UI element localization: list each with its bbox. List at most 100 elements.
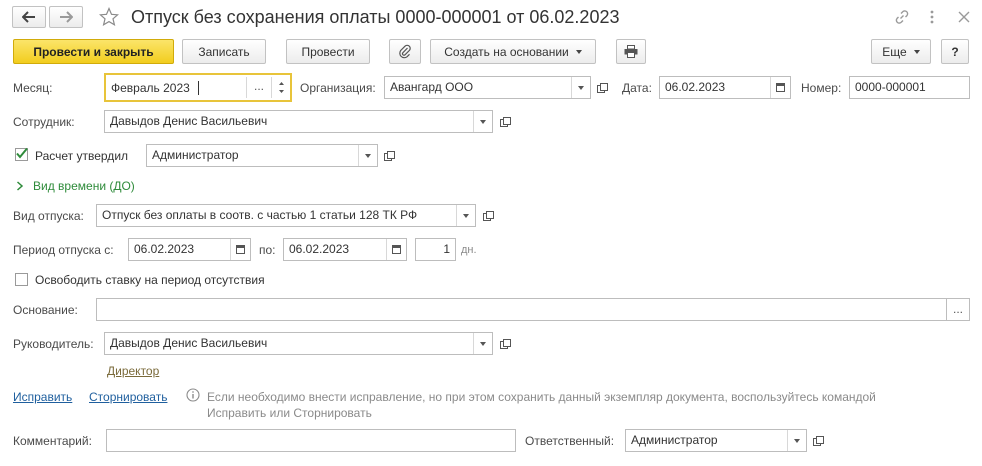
checkmark-icon: [16, 147, 28, 159]
approved-label[interactable]: Расчет утвердил: [35, 149, 128, 163]
link-button[interactable]: [892, 8, 912, 26]
chevron-down-icon: [913, 49, 920, 54]
month-spinner[interactable]: [271, 77, 290, 98]
chevron-down-icon[interactable]: [358, 145, 377, 166]
arrow-right-icon: [60, 11, 73, 23]
period-to-value: 06.02.2023: [289, 242, 350, 256]
period-to-field[interactable]: 06.02.2023: [283, 238, 407, 261]
manager-field[interactable]: Давыдов Денис Васильевич: [104, 332, 493, 355]
save-button[interactable]: Записать: [182, 39, 266, 64]
chevron-right-icon: [17, 181, 24, 191]
create-based-on-button[interactable]: Создать на основании: [430, 39, 596, 64]
date-calendar-button[interactable]: [770, 77, 790, 98]
favorite-button[interactable]: [96, 5, 122, 29]
close-button[interactable]: [955, 8, 973, 26]
approved-open-button[interactable]: [379, 145, 398, 166]
open-window-icon: [482, 211, 494, 221]
employee-label: Сотрудник:: [13, 115, 75, 129]
open-window-icon: [383, 151, 395, 161]
menu-button[interactable]: [924, 8, 940, 26]
chevron-down-icon[interactable]: [473, 111, 492, 132]
comment-label: Комментарий:: [13, 434, 92, 448]
responsible-value: Администратор: [631, 433, 718, 447]
calendar-icon: [236, 245, 245, 254]
period-from-field[interactable]: 06.02.2023: [128, 238, 251, 261]
organization-value: Авангард ООО: [390, 80, 474, 94]
close-icon: [958, 11, 970, 23]
manager-position-link[interactable]: Директор: [107, 364, 159, 378]
post-button[interactable]: Провести: [286, 39, 370, 64]
responsible-open-button[interactable]: [808, 430, 827, 451]
period-to-calendar-button[interactable]: [386, 239, 406, 260]
print-button[interactable]: [616, 39, 646, 64]
release-rate-label[interactable]: Освободить ставку на период отсутствия: [35, 273, 265, 287]
time-type-label: Вид времени (ДО): [33, 179, 135, 193]
chevron-down-icon[interactable]: [571, 77, 590, 98]
reverse-link[interactable]: Сторнировать: [89, 390, 167, 404]
post-and-close-button[interactable]: Провести и закрыть: [13, 39, 174, 64]
leave-type-label: Вид отпуска:: [13, 209, 84, 223]
number-field[interactable]: 0000-000001: [849, 76, 970, 99]
month-value: Февраль 2023: [111, 81, 190, 95]
chevron-down-icon[interactable]: [456, 205, 475, 226]
paperclip-icon: [399, 44, 411, 59]
open-window-icon: [499, 339, 511, 349]
period-from-value: 06.02.2023: [134, 242, 195, 256]
responsible-label: Ответственный:: [525, 434, 615, 448]
approved-by-field[interactable]: Администратор: [146, 144, 378, 167]
month-picker-button[interactable]: ...: [246, 77, 271, 98]
date-field[interactable]: 06.02.2023: [659, 76, 791, 99]
open-window-icon: [596, 83, 608, 93]
open-window-icon: [499, 117, 511, 127]
number-label: Номер:: [801, 81, 842, 95]
open-window-icon: [812, 436, 824, 446]
approved-checkbox[interactable]: [15, 147, 28, 161]
leave-type-value: Отпуск без оплаты в соотв. с частью 1 ст…: [102, 208, 418, 222]
time-type-section[interactable]: Вид времени (ДО): [16, 178, 135, 194]
month-label: Месяц:: [13, 81, 53, 95]
employee-value: Давыдов Денис Васильевич: [110, 114, 268, 128]
release-rate-checkbox[interactable]: [15, 273, 28, 286]
leave-type-field[interactable]: Отпуск без оплаты в соотв. с частью 1 ст…: [96, 204, 476, 227]
back-button[interactable]: [12, 6, 46, 28]
comment-field[interactable]: [106, 429, 516, 452]
info-icon: [186, 388, 200, 402]
organization-field[interactable]: Авангард ООО: [384, 76, 591, 99]
employee-field[interactable]: Давыдов Денис Васильевич: [104, 110, 493, 133]
attach-button[interactable]: [389, 39, 421, 64]
date-value: 06.02.2023: [665, 80, 726, 94]
info-text-line1: Если необходимо внести исправление, но п…: [207, 390, 876, 404]
days-field[interactable]: 1: [415, 238, 456, 261]
more-label: Еще: [882, 44, 907, 59]
spinner-arrows-icon: [279, 82, 284, 93]
chevron-down-icon: [575, 49, 582, 54]
manager-value: Давыдов Денис Васильевич: [110, 336, 268, 350]
text-cursor: [198, 81, 199, 95]
period-to-label: по:: [259, 243, 276, 257]
period-from-calendar-button[interactable]: [230, 239, 250, 260]
chevron-down-icon[interactable]: [473, 333, 492, 354]
organization-open-button[interactable]: [592, 77, 611, 98]
star-icon: [99, 7, 119, 27]
basis-field[interactable]: [96, 298, 947, 321]
info-text-line2: Исправить или Сторнировать: [207, 406, 372, 420]
forward-button[interactable]: [49, 6, 83, 28]
leave-type-open-button[interactable]: [478, 205, 497, 226]
responsible-field[interactable]: Администратор: [625, 429, 807, 452]
basis-picker-button[interactable]: ...: [946, 298, 970, 321]
number-value: 0000-000001: [855, 80, 926, 94]
days-value: 1: [443, 242, 450, 256]
month-field[interactable]: Февраль 2023 ...: [104, 73, 292, 102]
manager-open-button[interactable]: [495, 333, 514, 354]
fix-link[interactable]: Исправить: [13, 390, 72, 404]
period-from-label: Период отпуска с:: [13, 243, 114, 257]
calendar-icon: [776, 83, 785, 92]
help-button[interactable]: ?: [941, 39, 969, 64]
link-icon: [895, 10, 909, 24]
manager-label: Руководитель:: [13, 337, 94, 351]
basis-label: Основание:: [13, 303, 78, 317]
more-button[interactable]: Еще: [871, 39, 931, 64]
date-label: Дата:: [622, 81, 652, 95]
employee-open-button[interactable]: [495, 111, 514, 132]
chevron-down-icon[interactable]: [787, 430, 806, 451]
